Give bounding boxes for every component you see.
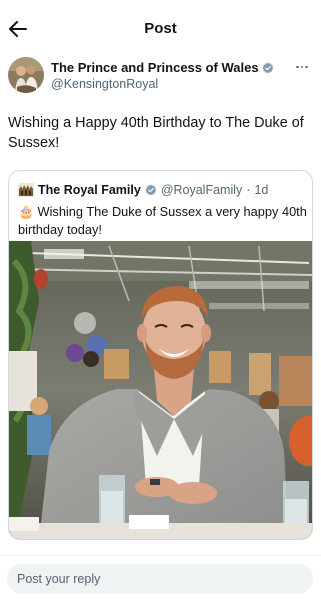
cake-emoji: 🎂	[18, 204, 34, 219]
verified-badge-icon	[145, 184, 157, 196]
quoted-post-photo[interactable]	[9, 241, 312, 539]
top-bar: Post	[0, 0, 321, 56]
quoted-post-card[interactable]: The Royal Family @RoyalFamily · 1d 🎂 Wis…	[8, 170, 313, 540]
quoted-timestamp: 1d	[254, 183, 269, 197]
verified-badge-icon	[262, 62, 274, 74]
post-author: The Prince and Princess of Wales @Kensin…	[8, 57, 313, 97]
author-name[interactable]: The Prince and Princess of Wales	[51, 60, 274, 75]
post-text: Wishing a Happy 40th Birthday to The Duk…	[8, 115, 304, 151]
quoted-post-header: The Royal Family @RoyalFamily · 1d	[18, 182, 268, 198]
quoted-author-name: The Royal Family	[38, 183, 141, 197]
page-title: Post	[144, 20, 177, 37]
author-name-text: The Prince and Princess of Wales	[51, 60, 259, 75]
quoted-avatar	[18, 183, 34, 197]
quoted-post-text: 🎂 Wishing The Duke of Sussex a very happ…	[18, 203, 308, 239]
quoted-author-handle: @RoyalFamily	[160, 183, 243, 197]
reply-bar: Post your reply	[0, 555, 321, 600]
reply-input[interactable]: Post your reply	[7, 564, 313, 594]
quoted-separator: ·	[246, 183, 251, 197]
avatar[interactable]	[8, 57, 44, 93]
quoted-post-text-body: Wishing The Duke of Sussex a very happy …	[18, 204, 307, 237]
author-handle[interactable]: @KensingtonRoyal	[51, 77, 158, 91]
more-options-icon[interactable]	[293, 60, 311, 74]
